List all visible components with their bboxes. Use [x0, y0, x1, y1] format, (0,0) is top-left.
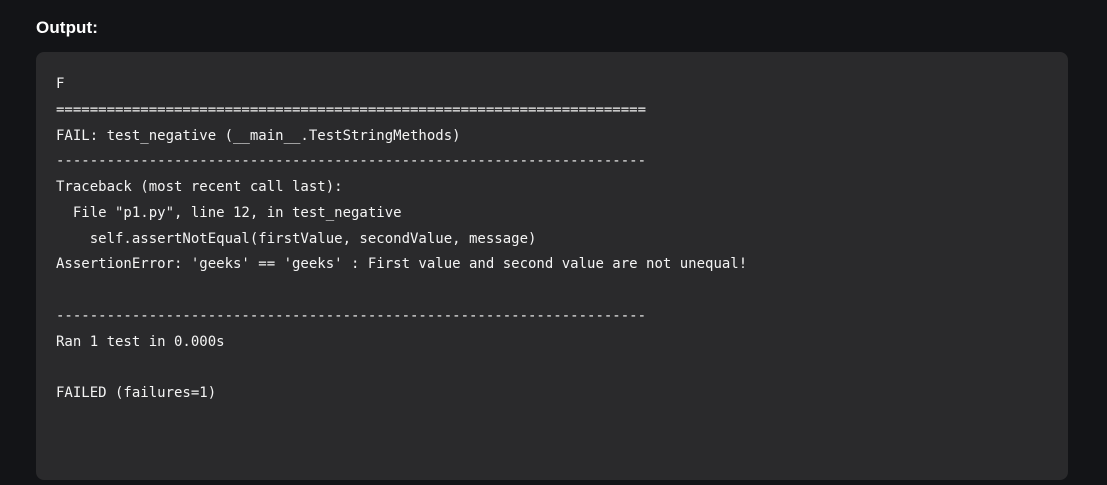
output-line: AssertionError: 'geeks' == 'geeks' : Fir…: [56, 256, 748, 273]
output-line: File "p1.py", line 12, in test_negative: [56, 204, 402, 221]
output-line: ----------------------------------------…: [56, 153, 647, 170]
output-line: Traceback (most recent call last):: [56, 179, 343, 195]
output-panel: F =======================================…: [36, 52, 1068, 480]
output-code-block: F =======================================…: [56, 72, 1048, 407]
output-line: F: [56, 76, 65, 92]
output-line: FAIL: test_negative (__main__.TestString…: [56, 127, 461, 144]
output-line: FAILED (failures=1): [56, 385, 217, 401]
output-heading: Output:: [36, 18, 99, 37]
output-line: ----------------------------------------…: [56, 307, 647, 324]
output-line: self.assertNotEqual(firstValue, secondVa…: [56, 230, 537, 247]
output-line: ========================================…: [56, 101, 647, 118]
output-line: Ran 1 test in 0.000s: [56, 333, 225, 350]
